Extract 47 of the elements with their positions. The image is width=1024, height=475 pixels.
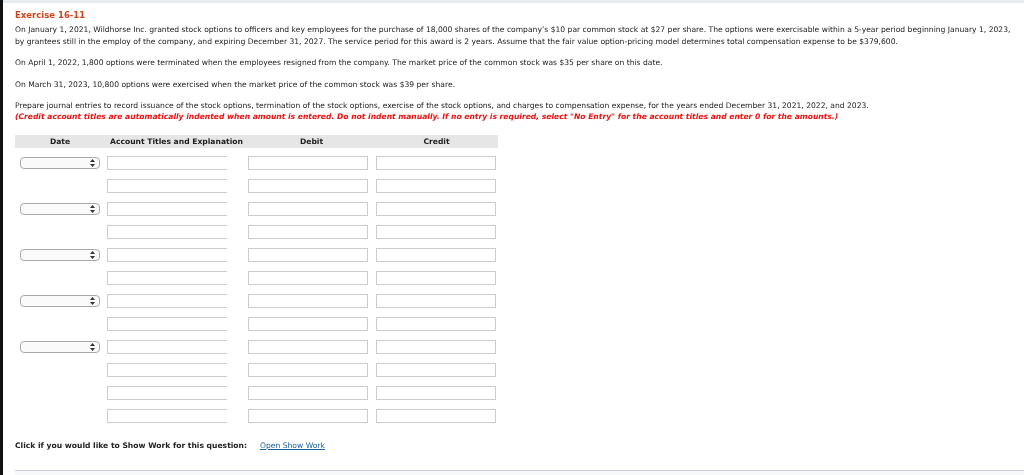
credit-field[interactable]	[376, 362, 496, 377]
dropdown-arrows-icon	[90, 342, 95, 351]
account-title-field[interactable]	[107, 316, 227, 331]
debit-field[interactable]	[248, 247, 368, 262]
debit-field[interactable]	[248, 316, 368, 331]
date-dropdown[interactable]	[20, 340, 100, 353]
credit-field[interactable]	[376, 155, 496, 170]
account-title-field[interactable]	[107, 362, 227, 377]
account-title-field[interactable]	[107, 408, 227, 423]
date-dropdown[interactable]	[20, 156, 100, 169]
dropdown-arrows-icon	[90, 204, 95, 213]
account-title-field[interactable]	[107, 293, 227, 308]
debit-field[interactable]	[248, 385, 368, 400]
dropdown-arrows-icon	[90, 296, 95, 305]
debit-field[interactable]	[248, 293, 368, 308]
account-title-field[interactable]	[107, 385, 227, 400]
debit-field[interactable]	[248, 201, 368, 216]
account-title-field[interactable]	[107, 339, 227, 354]
credit-field[interactable]	[376, 293, 496, 308]
date-dropdown[interactable]	[20, 202, 100, 215]
credit-field[interactable]	[376, 408, 496, 423]
credit-field[interactable]	[376, 339, 496, 354]
credit-field[interactable]	[376, 247, 496, 262]
account-title-field[interactable]	[107, 270, 227, 285]
date-dropdown[interactable]	[20, 294, 100, 307]
account-title-field[interactable]	[107, 224, 227, 239]
exercise-title: Exercise 16-11	[15, 10, 87, 20]
dropdown-arrows-icon	[90, 250, 95, 259]
debit-field[interactable]	[248, 270, 368, 285]
debit-field[interactable]	[248, 362, 368, 377]
credit-field[interactable]	[376, 270, 496, 285]
account-title-field[interactable]	[107, 247, 227, 262]
credit-field[interactable]	[376, 224, 496, 239]
account-title-field[interactable]	[107, 201, 227, 216]
date-dropdown[interactable]	[20, 248, 100, 261]
credit-field[interactable]	[376, 201, 496, 216]
dropdown-arrows-icon	[90, 158, 95, 167]
account-title-field[interactable]	[107, 155, 227, 170]
debit-field[interactable]	[248, 178, 368, 193]
debit-field[interactable]	[248, 224, 368, 239]
credit-field[interactable]	[376, 178, 496, 193]
account-title-field[interactable]	[107, 178, 227, 193]
credit-field[interactable]	[376, 316, 496, 331]
debit-field[interactable]	[248, 155, 368, 170]
debit-field[interactable]	[248, 339, 368, 354]
debit-field[interactable]	[248, 408, 368, 423]
credit-field[interactable]	[376, 385, 496, 400]
